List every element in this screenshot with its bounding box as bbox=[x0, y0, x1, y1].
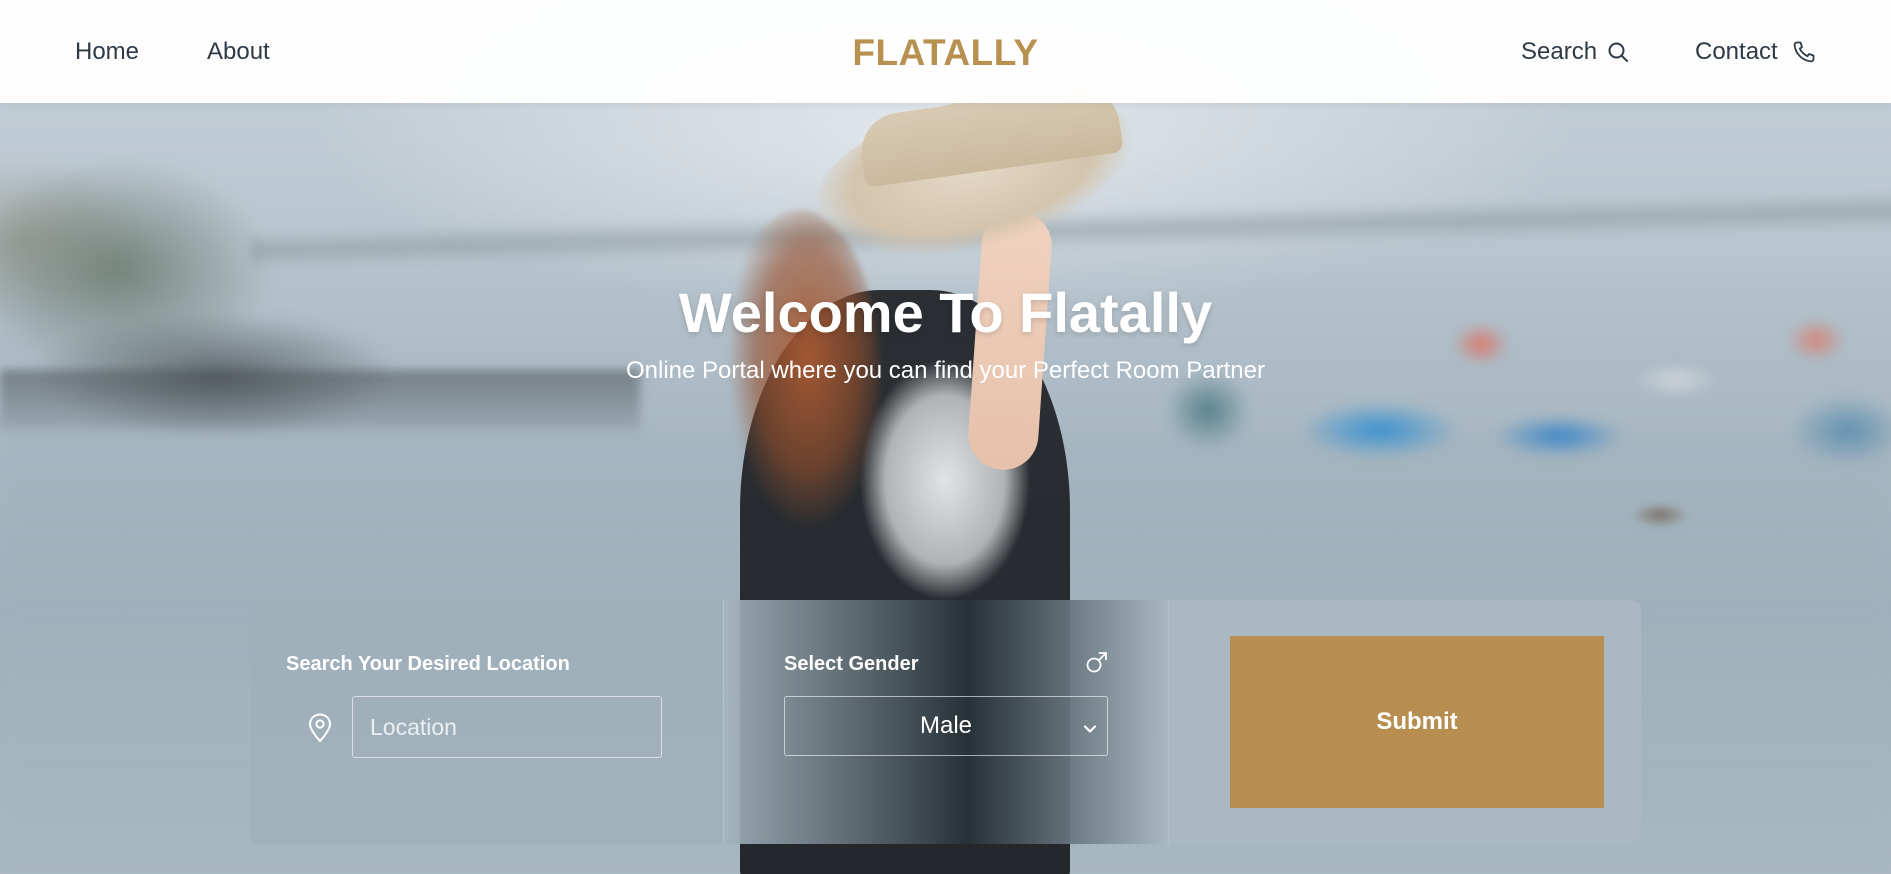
search-panel: Search Your Desired Location Select Gend… bbox=[250, 600, 1641, 844]
top-navbar: Home About FLATALLY Search Contact bbox=[0, 0, 1891, 103]
boats bbox=[1130, 320, 1891, 520]
male-symbol-icon bbox=[1085, 650, 1109, 679]
hero-title: Welcome To Flatally bbox=[678, 281, 1213, 344]
hero-subtitle: Online Portal where you can find your Pe… bbox=[626, 357, 1265, 384]
small-boat bbox=[1620, 495, 1700, 535]
location-section: Search Your Desired Location bbox=[250, 600, 723, 844]
map-pin-icon bbox=[307, 713, 333, 748]
location-label: Search Your Desired Location bbox=[286, 653, 570, 675]
location-input[interactable] bbox=[352, 696, 662, 758]
submit-section: Submit bbox=[1168, 600, 1641, 844]
nav-link-contact[interactable]: Contact bbox=[1695, 38, 1778, 66]
phone-icon[interactable] bbox=[1792, 40, 1816, 64]
chevron-down-icon bbox=[1081, 717, 1099, 745]
gender-label: Select Gender bbox=[784, 653, 919, 675]
submit-button[interactable]: Submit bbox=[1230, 636, 1604, 808]
nav-link-search[interactable]: Search bbox=[1521, 38, 1597, 66]
gender-selected-value: Male bbox=[919, 712, 973, 739]
gender-select[interactable]: Male bbox=[784, 696, 1108, 756]
search-icon[interactable] bbox=[1606, 40, 1630, 64]
gender-section: Select Gender Male bbox=[723, 600, 1168, 844]
